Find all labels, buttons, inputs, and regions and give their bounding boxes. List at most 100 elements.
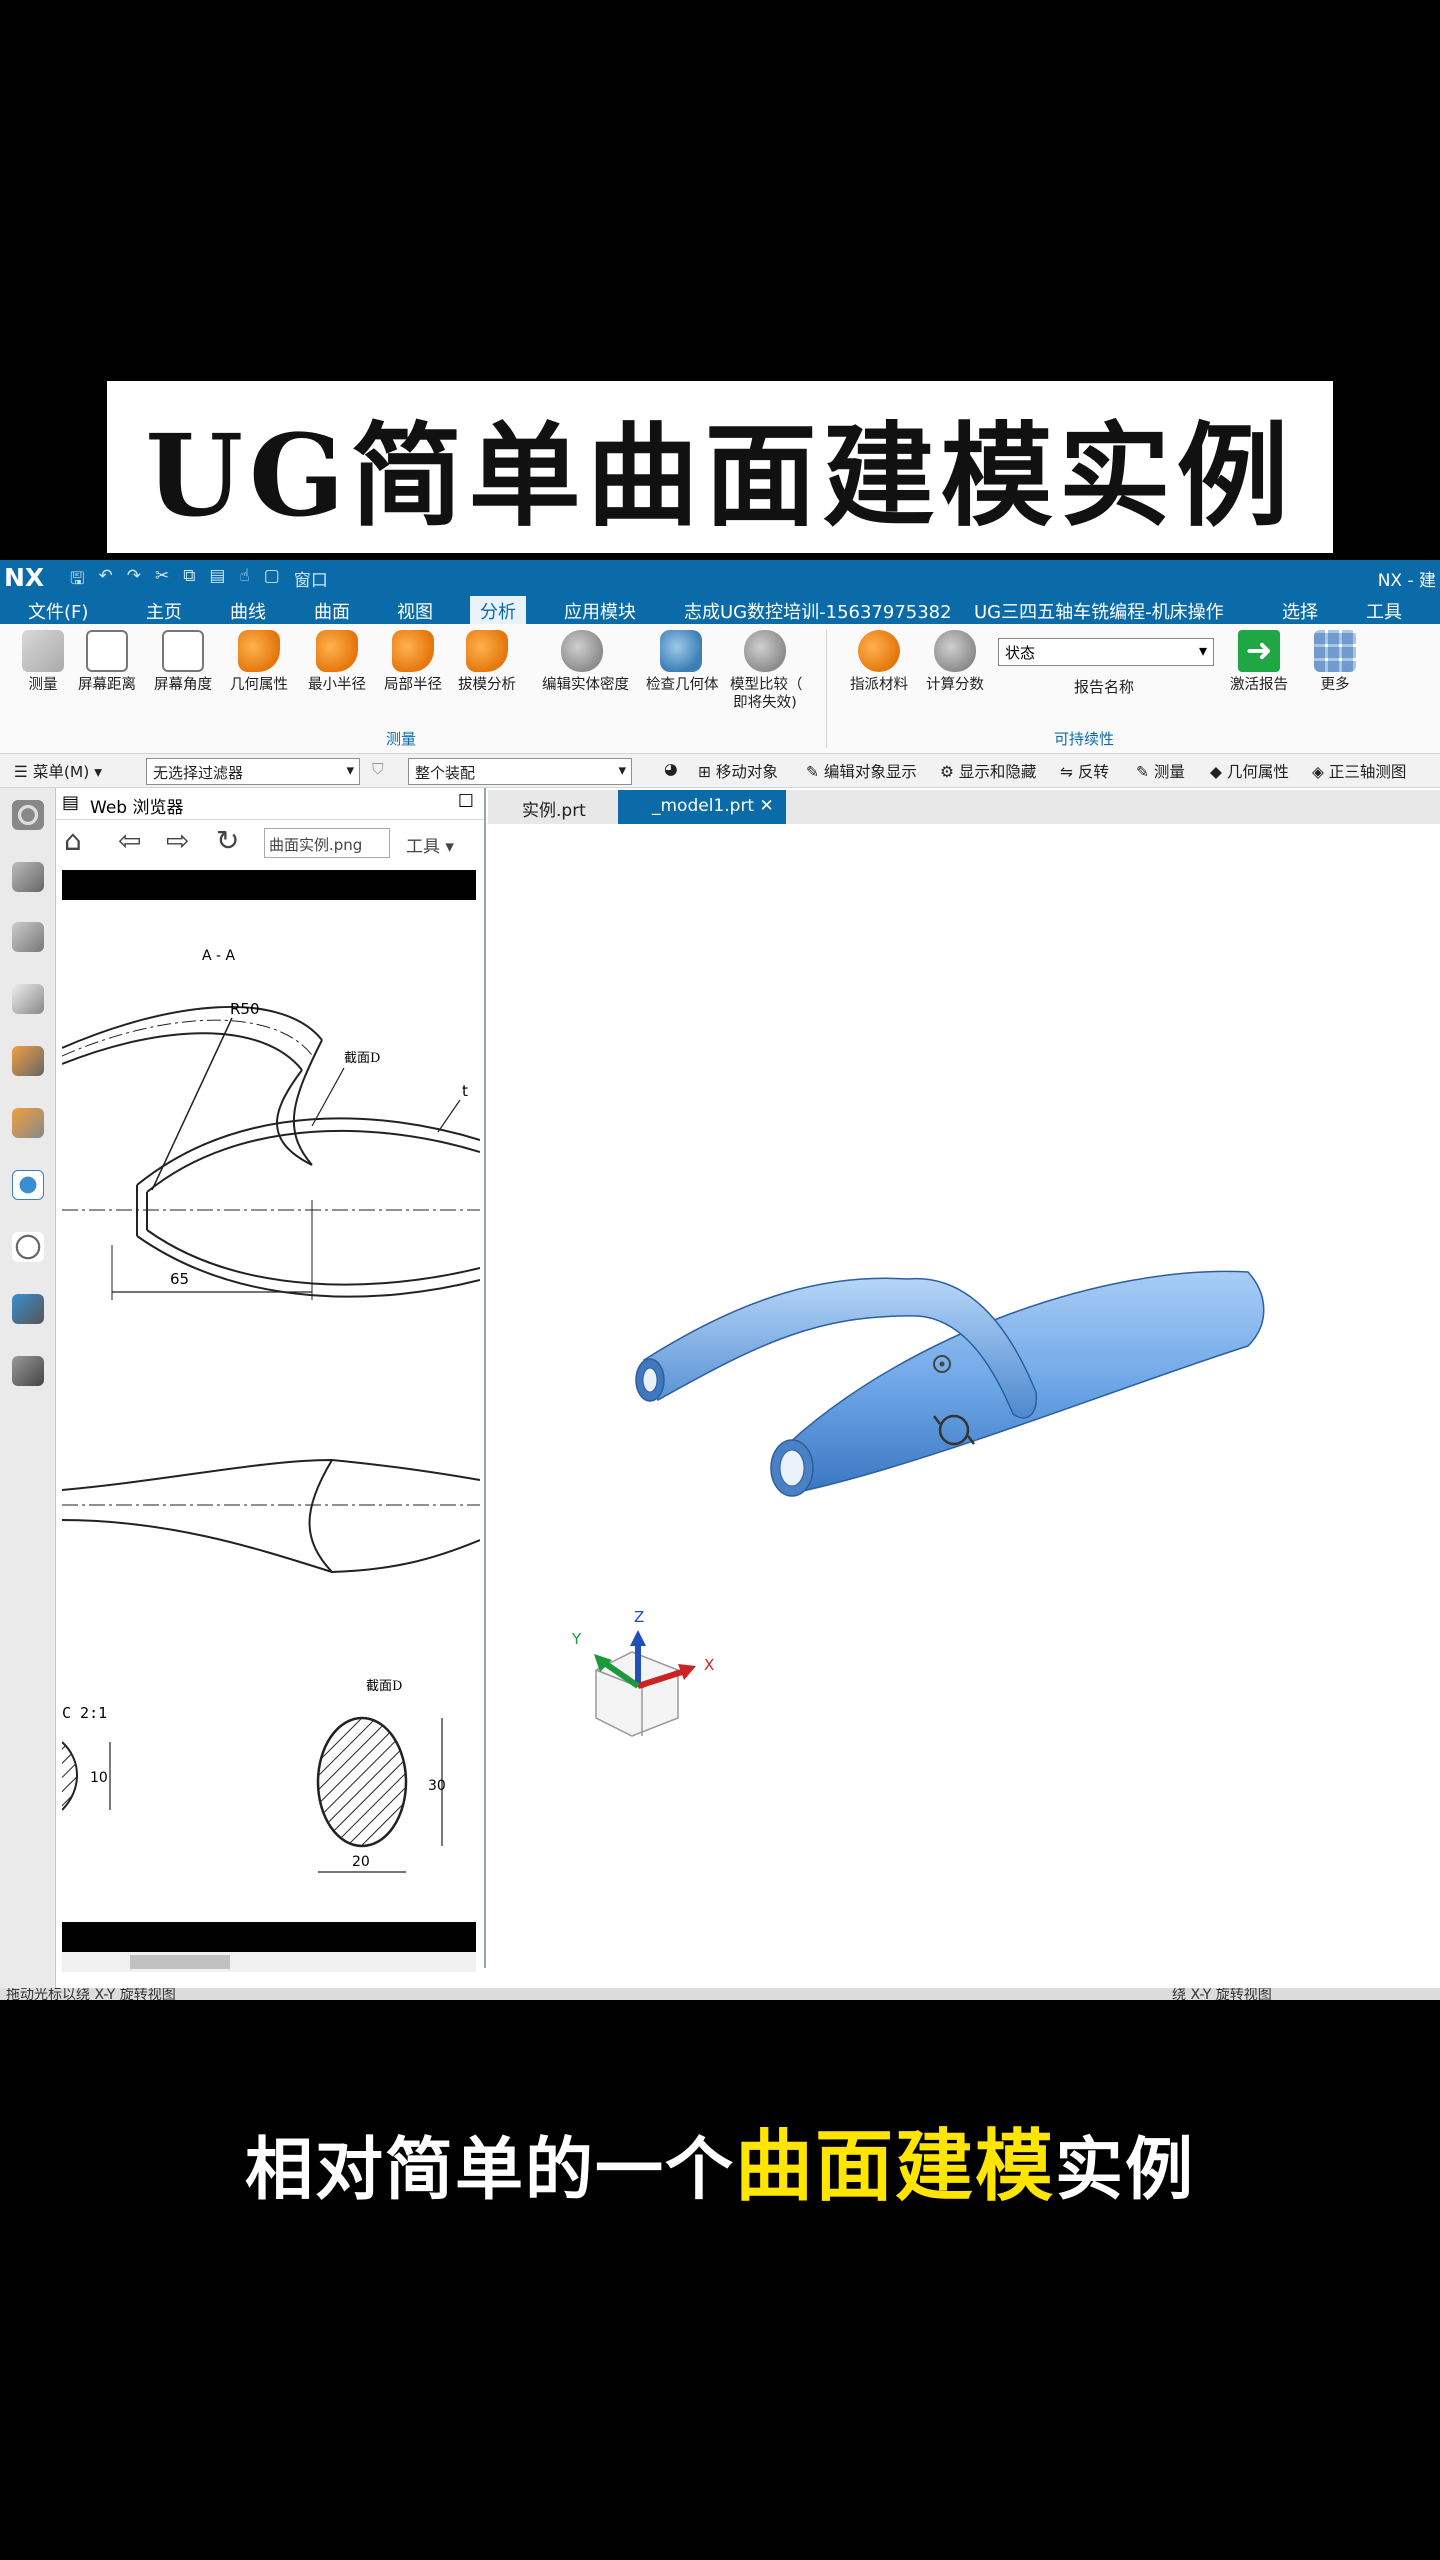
assembly-navigator-icon[interactable] (12, 922, 44, 952)
show-hide-button[interactable]: ⚙ 显示和隐藏 (940, 760, 1036, 782)
web-browser-icon[interactable] (12, 1170, 44, 1200)
menu-analysis[interactable]: 分析 (470, 596, 526, 624)
touch-mode-icon[interactable]: ☝ (239, 566, 249, 595)
close-tab-icon[interactable]: ✕ (760, 796, 774, 816)
menu-button[interactable]: ☰ 菜单(M) ▾ (14, 760, 102, 782)
part-navigator-icon[interactable] (12, 862, 44, 892)
section-d-label: 截面D (366, 1679, 402, 1694)
geometry-properties-button[interactable]: 几何属性 (224, 628, 294, 694)
draft-analysis-button[interactable]: 拔模分析 (452, 628, 522, 694)
switch-window-icon[interactable]: ▢ (264, 566, 280, 595)
graphics-viewport[interactable]: X Y Z (488, 824, 1440, 1954)
scrollbar-thumb[interactable] (130, 1955, 230, 1969)
browser-tools-menu[interactable]: 工具 ▾ (406, 832, 454, 857)
redo-icon[interactable]: ↷ (127, 566, 141, 595)
activate-report-button[interactable]: ➜ 激活报告 (1222, 628, 1296, 694)
reuse-library-icon[interactable] (12, 1046, 44, 1076)
measure-quick-button[interactable]: ✎ 测量 (1136, 760, 1185, 782)
model-compare-button[interactable]: 模型比较（ 即将失效) (730, 628, 803, 712)
maximize-icon[interactable]: ☐ (458, 791, 474, 812)
process-studio-icon[interactable] (12, 1294, 44, 1324)
menu-file[interactable]: 文件(F) (28, 598, 88, 624)
window-menu[interactable]: 窗口 (294, 566, 328, 595)
constraint-navigator-icon[interactable] (12, 984, 44, 1014)
examine-geometry-button[interactable]: 检查几何体 (646, 628, 719, 694)
subtitle: 相对简单的一个曲面建模实例 (0, 2104, 1440, 2216)
move-object-button[interactable]: ⊞ 移动对象 (698, 760, 778, 782)
arrow-right-icon: ➜ (1238, 630, 1280, 672)
tab-model1-prt[interactable]: _model1.prt ✕ (618, 790, 786, 824)
title-bar: NX 🖫 ↶ ↷ ✂ ⧉ ▤ ☝ ▢ 窗口 NX - 建 (0, 560, 1440, 594)
title-banner: UG简单曲面建模实例 (107, 381, 1333, 553)
menu-view[interactable]: 视图 (397, 598, 433, 624)
nx-window: NX 🖫 ↶ ↷ ✂ ⧉ ▤ ☝ ▢ 窗口 NX - 建 文件(F) 主页 曲线… (0, 560, 1440, 2000)
menu-home[interactable]: 主页 (146, 598, 182, 624)
screen-distance-button[interactable]: 屏幕距离 (72, 628, 142, 694)
ribbon: 测量 屏幕距离 屏幕角度 几何属性 最小半径 局部半径 拔模分析 编辑实体密度 … (0, 624, 1440, 754)
settings-icon[interactable] (12, 800, 44, 830)
save-icon[interactable]: 🖫 (70, 566, 84, 595)
image-border-top (62, 870, 476, 900)
color-wheel-icon[interactable]: ◕ (664, 760, 678, 778)
menu-curve[interactable]: 曲线 (230, 598, 266, 624)
screen-distance-icon (86, 630, 128, 672)
y-axis-label: Y (571, 1630, 582, 1648)
menu-tools[interactable]: 工具 (1366, 598, 1402, 624)
measure-button[interactable]: 测量 (8, 628, 78, 694)
roles-icon[interactable] (12, 1356, 44, 1386)
horizontal-scrollbar[interactable] (62, 1952, 476, 1972)
measure-group-label: 测量 (386, 730, 417, 748)
status-dropdown[interactable]: 状态 (998, 638, 1214, 666)
min-radius-button[interactable]: 最小半径 (302, 628, 372, 694)
snap-point-dot (939, 1361, 945, 1367)
refresh-icon[interactable]: ↻ (216, 824, 239, 857)
tube-inner-line (62, 1032, 303, 1071)
undo-icon[interactable]: ↶ (98, 566, 112, 595)
forward-icon[interactable]: ⇨ (166, 824, 189, 857)
history-clock-icon[interactable] (12, 1232, 44, 1262)
status-right: 绕 X-Y 旋转视图 (1172, 1988, 1272, 2000)
cut-icon[interactable]: ✂ (155, 566, 169, 595)
menu-surface[interactable]: 曲面 (314, 598, 350, 624)
local-radius-icon (392, 630, 434, 672)
tab-example-prt[interactable]: 实例.prt (488, 790, 598, 824)
calculate-score-button[interactable]: 计算分数 (920, 628, 990, 694)
menu-training-ad[interactable]: 志成UG数控培训-15637975382 (684, 598, 952, 624)
geometry-props-quick-button[interactable]: ◆ 几何属性 (1210, 760, 1289, 782)
calculate-score-icon (934, 630, 976, 672)
web-browser-panel: ▤ Web 浏览器 ☐ ⌂ ⇦ ⇨ ↻ 曲面实例.png 工具 ▾ A - A (56, 788, 486, 1972)
menu-course-ad[interactable]: UG三四五轴车铣编程-机床操作 (974, 598, 1224, 624)
type-filter-combo[interactable]: 无选择过滤器 (146, 758, 360, 785)
scope-combo[interactable]: 整个装配 (408, 758, 632, 785)
more-button[interactable]: 更多 (1300, 628, 1370, 694)
home-icon[interactable]: ⌂ (64, 824, 82, 857)
trimetric-view-button[interactable]: ◈ 正三轴测图 (1312, 760, 1406, 782)
address-field[interactable]: 曲面实例.png (264, 828, 390, 858)
draft-analysis-icon (466, 630, 508, 672)
menu-select[interactable]: 选择 (1282, 598, 1318, 624)
subtitle-part2: 实例 (1055, 2131, 1196, 2210)
image-border-bottom (62, 1922, 476, 1952)
body-top-inner (146, 1129, 480, 1193)
hd3d-tools-icon[interactable] (12, 1108, 44, 1138)
height-dim-label: 30 (428, 1778, 446, 1794)
tube-outer-line (62, 1005, 323, 1049)
edit-object-display-button[interactable]: ✎ 编辑对象显示 (806, 760, 917, 782)
width-dim-label: 20 (352, 1854, 370, 1870)
copy-icon[interactable]: ⧉ (183, 566, 195, 595)
reverse-button[interactable]: ⇋ 反转 (1060, 760, 1109, 782)
status-bar: 拖动光标以绕 X-Y 旋转视图 绕 X-Y 旋转视图 (0, 1988, 1440, 2000)
body-end-hole (779, 1449, 805, 1487)
menu-bar: 文件(F) 主页 曲线 曲面 视图 分析 应用模块 志成UG数控培训-15637… (0, 594, 1440, 624)
paste-icon[interactable]: ▤ (209, 566, 225, 595)
back-icon[interactable]: ⇦ (118, 824, 141, 857)
sustain-group-label: 可持续性 (1054, 730, 1115, 748)
assign-material-button[interactable]: 指派材料 (844, 628, 914, 694)
local-radius-button[interactable]: 局部半径 (378, 628, 448, 694)
filter-icon[interactable]: ⛉ (372, 760, 384, 779)
document-tabs: 实例.prt _model1.prt ✕ (488, 790, 1440, 824)
menu-application[interactable]: 应用模块 (564, 598, 636, 624)
edit-solid-density-button[interactable]: 编辑实体密度 (542, 628, 629, 694)
screen-angle-button[interactable]: 屏幕角度 (148, 628, 218, 694)
more-grid-icon (1314, 630, 1356, 672)
